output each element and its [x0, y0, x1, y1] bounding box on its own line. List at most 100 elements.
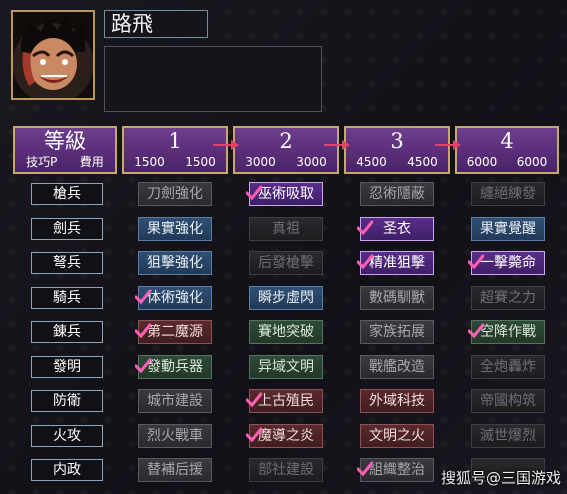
skill-name: 家族拓展 [369, 324, 425, 340]
skill-cell[interactable]: 瞬步虛閃 [249, 286, 323, 310]
checkmark-icon [246, 427, 262, 443]
level-cost: 1500 [185, 155, 216, 169]
skill-name: 全炮轟炸 [480, 359, 536, 375]
skill-name: 滅世爆烈 [480, 428, 536, 444]
skill-cell[interactable]: 精准狙擊 [357, 251, 434, 275]
skill-cell[interactable]: 真祖 [249, 217, 323, 241]
header-level-label: 等級 技巧P 費用 [13, 126, 117, 174]
skill-cell[interactable]: 空降作戰 [468, 320, 545, 344]
watermark: 搜狐号@三国游戏 [440, 469, 561, 487]
checkmark-icon [246, 392, 262, 408]
checkmark-icon [135, 323, 151, 339]
skill-cell[interactable]: 圣衣 [357, 217, 434, 241]
row-label: 弩兵 [31, 252, 103, 274]
arrow-right-icon [213, 140, 239, 150]
skill-cell[interactable]: 全炮轟炸 [471, 355, 545, 379]
skill-cell[interactable]: 纏絕練發 [471, 182, 545, 206]
level-skill-points: 4500 [356, 155, 387, 169]
header-level-4: 4 6000 6000 [455, 126, 559, 174]
skill-cell[interactable]: 一擊斃命 [468, 251, 545, 275]
skill-name: 圣衣 [383, 221, 411, 237]
level-skill-points: 3000 [245, 155, 276, 169]
checkmark-icon [357, 254, 373, 270]
skill-cell[interactable]: 果實覺醒 [471, 217, 545, 241]
skill-name: 帝國构筑 [480, 393, 536, 409]
cost-label: 費用 [79, 155, 104, 169]
character-portrait [11, 10, 95, 100]
skill-name: 超賽之力 [480, 290, 536, 306]
skill-cell[interactable]: 組織整治 [357, 458, 434, 482]
skill-cell[interactable]: 戰艦改造 [360, 355, 434, 379]
header-level-1: 1 1500 1500 [122, 126, 228, 174]
level-skill-points: 6000 [466, 155, 498, 169]
skill-name: 文明之火 [369, 428, 425, 444]
skill-name: 刀劍強化 [147, 186, 203, 202]
skill-name: 体術強化 [147, 290, 203, 306]
skill-name: 城市建設 [147, 393, 203, 409]
skill-name: 部社建設 [258, 462, 314, 478]
level-cost: 4500 [407, 155, 438, 169]
skill-name: 數碼馴獸 [369, 290, 425, 306]
skill-name: 一擊斃命 [480, 255, 536, 271]
skill-cell[interactable]: 部社建設 [249, 458, 323, 482]
skill-cell[interactable]: 巫術吸取 [246, 182, 323, 206]
skill-cell[interactable]: 賽地突破 [249, 320, 323, 344]
skill-cell[interactable]: 第二魔源 [135, 320, 212, 344]
character-name: 路飛 [104, 10, 208, 38]
skill-cell[interactable]: 帝國构筑 [471, 389, 545, 413]
skill-cell[interactable]: 忍術隱蔽 [360, 182, 434, 206]
skill-name: 精准狙擊 [369, 255, 425, 271]
skill-cell[interactable]: 烈火戰車 [138, 424, 212, 448]
skill-cell[interactable]: 外域科技 [360, 389, 434, 413]
skill-cell[interactable]: 魔導之炎 [246, 424, 323, 448]
level-number: 4 [500, 129, 514, 153]
skill-cell[interactable]: 發動兵器 [135, 355, 212, 379]
row-label: 防衛 [31, 390, 103, 412]
skill-name: 果實覺醒 [480, 221, 536, 237]
checkmark-icon [357, 220, 373, 236]
level-cost: 3000 [296, 155, 327, 169]
level-skill-points: 1500 [134, 155, 165, 169]
level-cost: 6000 [516, 155, 548, 169]
skill-name: 烈火戰車 [147, 428, 203, 444]
skill-name: 發動兵器 [147, 359, 203, 375]
skill-cell[interactable]: 体術強化 [135, 286, 212, 310]
level-number: 1 [168, 129, 182, 153]
skill-name: 异域文明 [258, 359, 314, 375]
skill-cell[interactable]: 替補后援 [138, 458, 212, 482]
skill-cell[interactable]: 后發槍擊 [249, 251, 323, 275]
skill-name: 上古殖民 [258, 393, 314, 409]
skill-name: 第二魔源 [147, 324, 203, 340]
skill-name: 魔導之炎 [258, 428, 314, 444]
skill-cell[interactable]: 家族拓展 [360, 320, 434, 344]
luffy-portrait-icon [21, 14, 85, 90]
skill-cell[interactable]: 城市建設 [138, 389, 212, 413]
level-title: 等級 [44, 129, 86, 153]
skill-name: 果實強化 [147, 221, 203, 237]
skill-cell[interactable]: 數碼馴獸 [360, 286, 434, 310]
arrow-right-icon [435, 140, 461, 150]
skill-cell[interactable]: 上古殖民 [246, 389, 323, 413]
skill-name: 真祖 [272, 221, 300, 237]
checkmark-icon [468, 323, 484, 339]
skill-cell[interactable]: 异域文明 [249, 355, 323, 379]
row-label: 錬兵 [31, 321, 103, 343]
skill-cell[interactable]: 果實強化 [138, 217, 212, 241]
skill-cell[interactable]: 滅世爆烈 [471, 424, 545, 448]
skill-name: 替補后援 [147, 462, 203, 478]
row-label: 發明 [31, 356, 103, 378]
character-description [104, 46, 322, 112]
skill-name: 賽地突破 [258, 324, 314, 340]
skill-cell[interactable]: 文明之火 [360, 424, 434, 448]
skill-name: 忍術隱蔽 [369, 186, 425, 202]
skill-cell[interactable]: 超賽之力 [471, 286, 545, 310]
skill-cell[interactable]: 狙擊強化 [138, 251, 212, 275]
checkmark-icon [357, 461, 373, 477]
skill-name: 空降作戰 [480, 324, 536, 340]
arrow-right-icon [324, 140, 350, 150]
skill-cell[interactable]: 刀劍強化 [138, 182, 212, 206]
skill-name: 組織整治 [369, 462, 425, 478]
skill-name: 纏絕練發 [480, 186, 536, 202]
header-level-2: 2 3000 3000 [233, 126, 339, 174]
row-label: 槍兵 [31, 183, 103, 205]
